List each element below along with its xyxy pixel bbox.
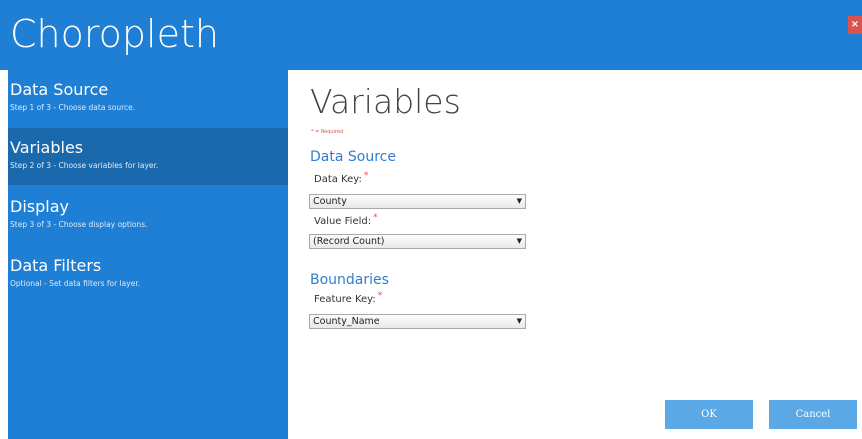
sidebar-item-subtitle: Step 2 of 3 - Choose variables for layer… bbox=[10, 161, 159, 170]
app-title: Choropleth bbox=[10, 12, 219, 56]
sidebar-item-display[interactable]: Display Step 3 of 3 - Choose display opt… bbox=[0, 187, 288, 244]
field-label-text: Feature Key: bbox=[314, 294, 376, 305]
main-panel: Variables * = Required Data Source Data … bbox=[288, 70, 862, 439]
field-label-value-field: Value Field: * bbox=[314, 213, 378, 227]
required-mark: * bbox=[377, 291, 383, 301]
required-mark: * bbox=[363, 171, 369, 181]
required-note: * = Required bbox=[311, 129, 344, 135]
required-mark: * bbox=[373, 213, 378, 223]
section-heading-data-source: Data Source bbox=[310, 149, 396, 165]
sidebar-item-label: Data Filters bbox=[10, 256, 102, 275]
field-label-text: Value Field: bbox=[314, 216, 372, 227]
value-field-select[interactable]: (Record Count) ▼ bbox=[309, 234, 526, 249]
chevron-down-icon: ▼ bbox=[516, 197, 522, 205]
title-bar: Choropleth × bbox=[0, 0, 862, 70]
sidebar-item-subtitle: Step 1 of 3 - Choose data source. bbox=[10, 103, 136, 112]
sidebar-item-data-source[interactable]: Data Source Step 1 of 3 - Choose data so… bbox=[0, 70, 288, 127]
field-label-text: Data Key: bbox=[314, 174, 362, 185]
data-key-select[interactable]: County ▼ bbox=[309, 194, 526, 209]
section-heading-boundaries: Boundaries bbox=[310, 272, 389, 288]
select-value: County_Name bbox=[313, 316, 380, 327]
close-icon[interactable]: × bbox=[848, 16, 862, 34]
page-title: Variables bbox=[310, 82, 461, 121]
sidebar-item-variables[interactable]: Variables Step 2 of 3 - Choose variables… bbox=[0, 128, 288, 185]
select-value: (Record Count) bbox=[313, 236, 385, 247]
ok-button[interactable]: OK bbox=[665, 400, 753, 429]
sidebar: Data Source Step 1 of 3 - Choose data so… bbox=[0, 70, 288, 439]
select-value: County bbox=[313, 196, 347, 207]
chevron-down-icon: ▼ bbox=[516, 317, 522, 325]
chevron-down-icon: ▼ bbox=[516, 237, 522, 245]
sidebar-item-label: Display bbox=[10, 197, 69, 216]
window-border bbox=[0, 70, 8, 439]
sidebar-item-label: Variables bbox=[10, 138, 84, 157]
sidebar-item-label: Data Source bbox=[10, 80, 109, 99]
sidebar-item-subtitle: Step 3 of 3 - Choose display options. bbox=[10, 220, 148, 229]
field-label-feature-key: Feature Key: * bbox=[314, 291, 383, 305]
feature-key-select[interactable]: County_Name ▼ bbox=[309, 314, 526, 329]
cancel-button[interactable]: Cancel bbox=[769, 400, 857, 429]
field-label-data-key: Data Key: * bbox=[314, 171, 369, 185]
sidebar-item-data-filters[interactable]: Data Filters Optional - Set data filters… bbox=[0, 246, 288, 303]
sidebar-item-subtitle: Optional - Set data filters for layer. bbox=[10, 279, 141, 288]
